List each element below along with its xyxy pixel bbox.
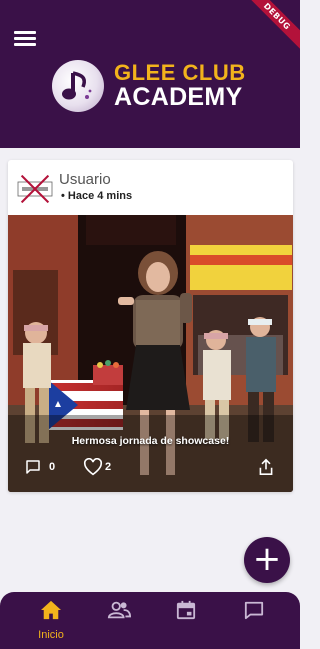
heart-icon [83,458,103,476]
nav-item-calendar[interactable] [156,592,216,649]
avatar[interactable] [16,170,54,208]
comment-count: 0 [49,461,56,473]
post-timestamp: • Hace 4 mins [61,190,133,202]
app-logo: GLEE CLUB ACADEMY [52,60,246,112]
logo-title-line2: ACADEMY [114,83,243,111]
post-actions: 0 2 [8,458,293,482]
comment-icon [24,458,42,476]
post-card[interactable]: Usuario • Hace 4 mins Hermosa jornada de… [8,160,293,492]
nav-item-people[interactable] [89,592,149,649]
home-icon [40,592,62,625]
like-button[interactable]: 2 [83,458,111,476]
stage-performance-photo [8,215,293,492]
share-button[interactable] [258,458,274,476]
app-header: DEBUG GLEE CLUB ACADEMY [0,0,300,148]
post-photo[interactable]: Hermosa jornada de showcase! 0 2 [8,215,293,492]
nav-label-home: Inicio [38,629,64,641]
add-post-button[interactable]: + [244,537,290,583]
post-header: Usuario • Hace 4 mins [8,160,293,215]
post-caption: Hermosa jornada de showcase! [71,435,230,447]
logo-title-line1: GLEE CLUB [114,60,246,85]
music-note-icon [52,60,104,112]
calendar-icon [176,592,196,625]
debug-banner: DEBUG [240,0,300,60]
debug-label: DEBUG [240,0,300,53]
comment-button[interactable]: 0 [24,458,55,476]
hamburger-menu-icon[interactable] [14,31,36,49]
nav-item-home[interactable]: Inicio [21,592,81,649]
chat-icon [243,592,265,625]
share-icon [258,458,274,476]
bottom-navigation: Inicio [0,592,300,649]
people-icon [107,592,132,625]
like-count: 2 [105,461,112,473]
nav-item-messages[interactable] [224,592,284,649]
plus-icon: + [252,538,282,579]
post-user-name[interactable]: Usuario [59,171,111,188]
